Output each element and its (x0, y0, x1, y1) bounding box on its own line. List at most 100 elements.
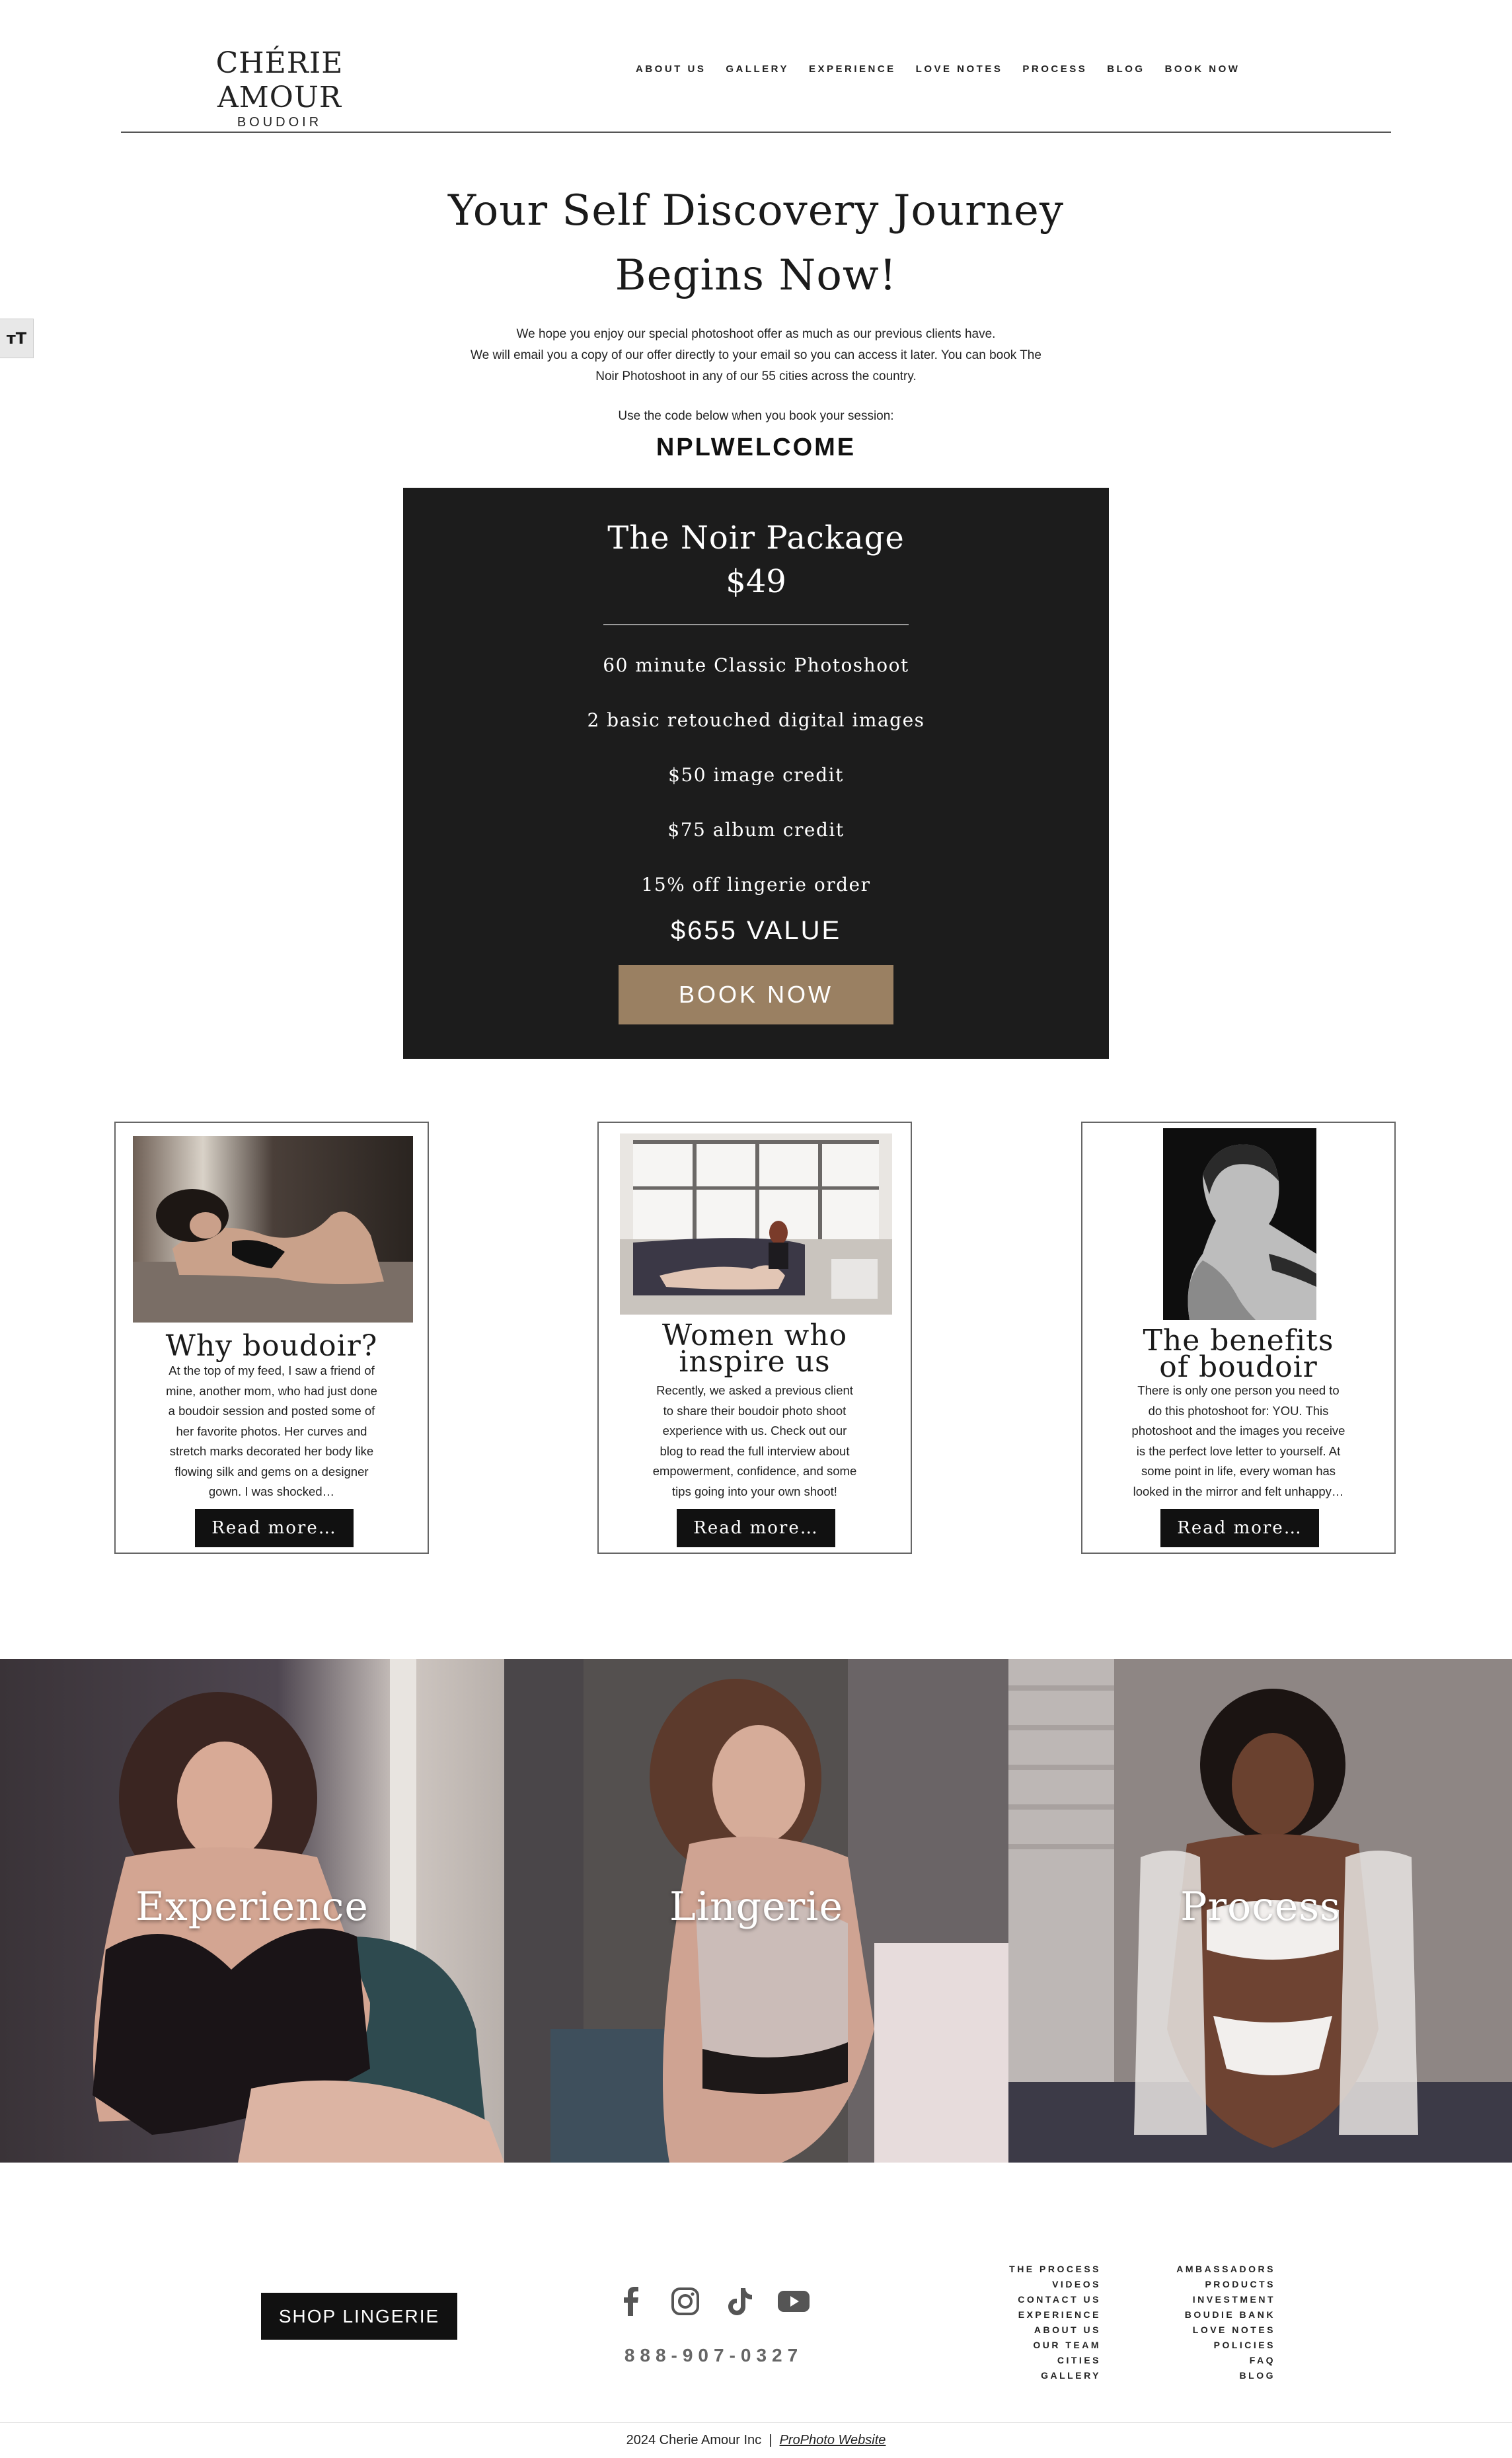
title-line-1: Your Self Discovery Journey (448, 186, 1064, 235)
book-now-button[interactable]: BOOK NOW (619, 965, 893, 1024)
card-text-line: experience with us. Check out our (662, 1424, 847, 1438)
site-logo[interactable]: CHÉRIE AMOUR BOUDOIR (164, 46, 395, 130)
card-photo (133, 1136, 413, 1323)
promo-code: NPLWELCOME (656, 434, 856, 461)
tile-label: Lingerie (669, 1884, 843, 1930)
footer-link[interactable]: EXPERIENCE (978, 2307, 1101, 2323)
card-text-line: a boudoir session and posted some of (168, 1404, 375, 1418)
tile-label: Process (1180, 1884, 1341, 1930)
card-text-line: photoshoot and the images you receive (1131, 1424, 1345, 1438)
facebook-icon[interactable] (613, 2284, 649, 2319)
package-price: $49 (726, 563, 786, 600)
card-text-line: stretch marks decorated her body like (169, 1444, 374, 1458)
intro-line: We will email you a copy of our offer di… (471, 348, 1041, 362)
footer-link[interactable]: BOUDIE BANK (1143, 2307, 1275, 2323)
card-text-line: her favorite photos. Her curves and (176, 1424, 367, 1438)
header-divider (121, 132, 1391, 133)
prophoto-link[interactable]: ProPhoto Website (780, 2433, 886, 2447)
nav-experience[interactable]: EXPERIENCE (809, 63, 896, 75)
card-text-line: blog to read the full interview about (660, 1443, 850, 1458)
card-photo (620, 1133, 892, 1315)
footer-link[interactable]: OUR TEAM (978, 2338, 1101, 2353)
card-text-line: Recently, we asked a previous client (656, 1383, 853, 1397)
text-size-icon: ᴛT (6, 329, 27, 348)
card-title-line: inspire us (679, 1345, 831, 1379)
package-item: 2 basic retouched digital images (587, 709, 925, 731)
intro-text: We hope you enjoy our special photoshoot… (359, 324, 1153, 387)
package-title: The Noir Package (607, 519, 905, 557)
youtube-icon[interactable] (776, 2284, 812, 2319)
social-links (613, 2284, 812, 2319)
footer-link[interactable]: FAQ (1143, 2353, 1275, 2368)
title-line-2: Begins Now! (615, 251, 897, 300)
copyright-text: 2024 Cherie Amour Inc | (626, 2433, 780, 2447)
instagram-icon[interactable] (667, 2284, 703, 2319)
footer-links-col-1: THE PROCESS VIDEOS CONTACT US EXPERIENCE… (978, 2262, 1101, 2383)
card-text: There is only one person you need to do … (1109, 1381, 1368, 1502)
logo-subtitle: BOUDOIR (237, 115, 322, 130)
footer-link[interactable]: THE PROCESS (978, 2262, 1101, 2277)
main-nav: ABOUT US GALLERY EXPERIENCE LOVE NOTES P… (636, 63, 1240, 75)
card-text-line: flowing silk and gems on a designer (174, 1464, 369, 1479)
card-text-line: looked in the mirror and felt unhappy… (1133, 1484, 1344, 1498)
card-title: Women who inspire us (599, 1321, 911, 1379)
logo-name: CHÉRIE AMOUR (215, 46, 344, 114)
footer-link[interactable]: LOVE NOTES (1143, 2323, 1275, 2338)
shop-lingerie-button[interactable]: SHOP LINGERIE (261, 2293, 457, 2340)
footer-link[interactable]: CITIES (978, 2353, 1101, 2368)
card-text-line: is the perfect love letter to yourself. … (1136, 1443, 1341, 1458)
card-text-line: to share their boudoir photo shoot (663, 1403, 847, 1418)
footer-link[interactable]: CONTACT US (978, 2292, 1101, 2307)
card-text-line: gown. I was shocked… (208, 1484, 335, 1498)
footer-link[interactable]: AMBASSADORS (1143, 2262, 1275, 2277)
footer-divider (0, 2422, 1512, 2423)
tile-lingerie[interactable]: Lingerie (504, 1659, 1008, 2163)
footer-link[interactable]: BLOG (1143, 2368, 1275, 2383)
copyright: 2024 Cherie Amour Inc | ProPhoto Website (0, 2433, 1512, 2448)
card-title: The benefits of boudoir (1082, 1326, 1394, 1384)
card-text-line: There is only one person you need to (1137, 1383, 1340, 1397)
footer-link[interactable]: GALLERY (978, 2368, 1101, 2383)
tile-experience[interactable]: Experience (0, 1659, 504, 2163)
footer-link[interactable]: VIDEOS (978, 2277, 1101, 2292)
nav-book-now[interactable]: BOOK NOW (1165, 63, 1240, 75)
nav-love-notes[interactable]: LOVE NOTES (916, 63, 1003, 75)
card-text-line: some point in life, every woman has (1141, 1464, 1336, 1478)
card-text-line: tips going into your own shoot! (672, 1484, 837, 1498)
footer-link[interactable]: PRODUCTS (1143, 2277, 1275, 2292)
card-text-line: At the top of my feed, I saw a friend of (169, 1363, 375, 1377)
nav-gallery[interactable]: GALLERY (726, 63, 789, 75)
intro-line: We hope you enjoy our special photoshoot… (516, 327, 996, 341)
blog-card-why-boudoir: Why boudoir? At the top of my feed, I sa… (114, 1122, 429, 1554)
nav-blog[interactable]: BLOG (1107, 63, 1145, 75)
read-more-button[interactable]: Read more… (1160, 1509, 1319, 1547)
card-title: Why boudoir? (116, 1329, 428, 1363)
blog-card-benefits-of-boudoir: The benefits of boudoir There is only on… (1081, 1122, 1396, 1554)
intro-line: Noir Photoshoot in any of our 55 cities … (595, 369, 917, 383)
footer-links-col-2: AMBASSADORS PRODUCTS INVESTMENT BOUDIE B… (1143, 2262, 1275, 2383)
card-text: Recently, we asked a previous client to … (625, 1381, 884, 1502)
text-size-toggle[interactable]: ᴛT (0, 319, 34, 358)
read-more-button[interactable]: Read more… (677, 1509, 835, 1547)
page-title: Your Self Discovery Journey Begins Now! (359, 178, 1153, 308)
package-item: 60 minute Classic Photoshoot (603, 654, 909, 676)
read-more-button[interactable]: Read more… (195, 1509, 354, 1547)
phone-number[interactable]: 888-907-0327 (595, 2345, 833, 2366)
tiktok-icon[interactable] (722, 2284, 757, 2319)
nav-process[interactable]: PROCESS (1022, 63, 1087, 75)
code-label: Use the code below when you book your se… (618, 409, 894, 423)
card-title-line: of boudoir (1159, 1350, 1318, 1384)
blog-card-women-who-inspire-us: Women who inspire us Recently, we asked … (597, 1122, 912, 1554)
package-item: $75 album credit (667, 819, 845, 841)
footer-link[interactable]: INVESTMENT (1143, 2292, 1275, 2307)
nav-about-us[interactable]: ABOUT US (636, 63, 706, 75)
tile-process[interactable]: Process (1008, 1659, 1512, 2163)
card-title-line: Why boudoir? (165, 1329, 378, 1363)
tile-label: Experience (135, 1884, 369, 1930)
package-card: The Noir Package $49 60 minute Classic P… (403, 488, 1109, 1059)
footer-link[interactable]: POLICIES (1143, 2338, 1275, 2353)
card-text: At the top of my feed, I saw a friend of… (142, 1361, 401, 1502)
package-item: $50 image credit (668, 764, 844, 786)
footer-link[interactable]: ABOUT US (978, 2323, 1101, 2338)
card-text-line: empowerment, confidence, and some (652, 1464, 857, 1478)
